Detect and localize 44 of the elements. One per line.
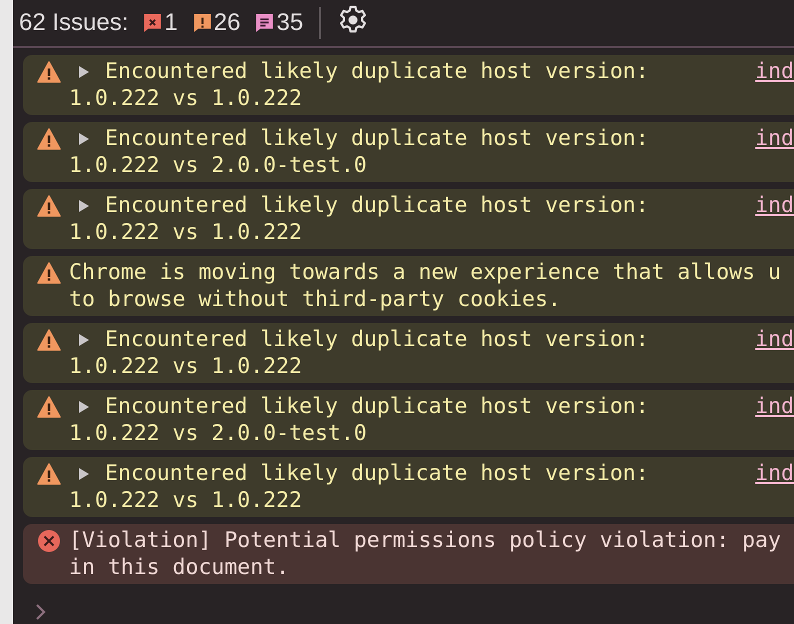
message-text: 1.0.222 vs 1.0.222 (69, 487, 302, 514)
message-text: 1.0.222 vs 1.0.222 (69, 353, 302, 380)
warning-icon (37, 462, 61, 484)
triangle-icon[interactable] (77, 132, 91, 146)
triangle-icon[interactable] (77, 332, 91, 346)
message-text: 1.0.222 vs 2.0.0-test.0 (69, 152, 367, 179)
source-link[interactable]: ind (755, 58, 794, 85)
warning-icon (37, 396, 61, 418)
warning-icon (37, 328, 61, 350)
issue-count: 1 (164, 9, 178, 37)
source-link[interactable]: ind (755, 192, 794, 219)
message-text: Encountered likely duplicate host version: (105, 58, 649, 85)
issue-count: 35 (276, 9, 304, 37)
message-text: Encountered likely duplicate host version: (105, 393, 649, 420)
message-text: in this document. (69, 554, 290, 581)
prompt-icon (35, 603, 47, 621)
warning-icon (37, 128, 61, 150)
error-icon (37, 528, 61, 552)
warning-icon (37, 194, 61, 216)
message-text: [Violation] Potential permissions policy violation: pay (69, 527, 781, 554)
issue-count: 26 (214, 9, 240, 37)
issues-label: 62 Issues: (19, 9, 128, 37)
message-text: 1.0.222 vs 1.0.222 (69, 85, 302, 112)
message-text: to browse without third-party cookies. (69, 286, 561, 313)
warning-icon (37, 60, 61, 82)
error-icon (143, 13, 162, 33)
message-text: Encountered likely duplicate host version: (105, 125, 649, 152)
triangle-icon[interactable] (77, 198, 91, 212)
message-text: Encountered likely duplicate host version: (105, 192, 649, 219)
source-link[interactable]: ind (755, 125, 794, 152)
message-text: Encountered likely duplicate host version: (105, 326, 649, 353)
warning-icon (192, 13, 212, 33)
message-text: 1.0.222 vs 2.0.0-test.0 (69, 420, 367, 447)
source-link[interactable]: ind (755, 326, 794, 353)
triangle-icon[interactable] (77, 64, 91, 78)
message-text: 1.0.222 vs 1.0.222 (69, 219, 302, 246)
message-text: Encountered likely duplicate host version: (105, 460, 649, 487)
triangle-icon[interactable] (77, 466, 91, 480)
message-icon (255, 13, 274, 33)
warning-icon (37, 262, 61, 284)
source-link[interactable]: ind (755, 393, 794, 420)
source-link[interactable]: ind (755, 460, 794, 487)
triangle-icon[interactable] (77, 400, 91, 414)
message-text: Chrome is moving towards a new experience that allows u (69, 259, 781, 286)
